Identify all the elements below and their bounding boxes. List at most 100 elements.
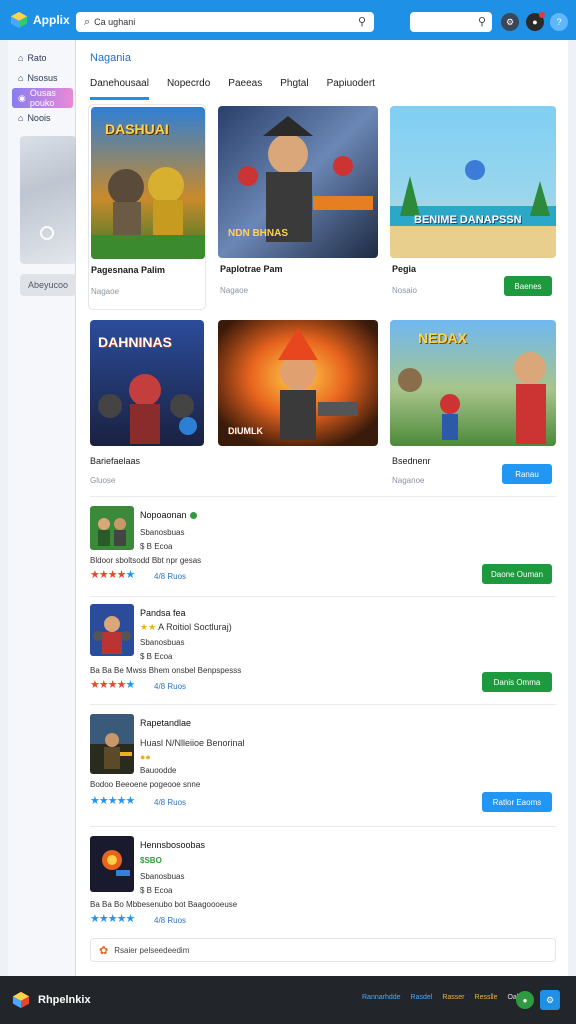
chat-icon[interactable]: ● bbox=[516, 991, 534, 1009]
app-price-badge: $SBO bbox=[140, 856, 162, 865]
game-card[interactable]: BENIME DANAPSSN Pegia Nosaio Baenes bbox=[390, 104, 556, 310]
tab-2[interactable]: Paeeas bbox=[228, 78, 262, 100]
app-subtitle: Huasl N/Nlleiioe Benorinal bbox=[140, 738, 245, 748]
cover-title: DIUMLK bbox=[228, 426, 263, 436]
install-button[interactable]: Danis Omma bbox=[482, 672, 552, 692]
app-developer: Bauoodde bbox=[140, 766, 177, 775]
game-name: Pegia bbox=[392, 264, 417, 274]
divider bbox=[90, 496, 556, 497]
search-input[interactable]: ⌕ Ca ughani ⚲ bbox=[76, 12, 374, 32]
sidebar-item-0[interactable]: ⌂ Rato bbox=[8, 48, 75, 68]
app-logo[interactable]: Applix bbox=[10, 11, 82, 29]
footer-link[interactable]: Rannarhdde bbox=[362, 994, 401, 1001]
game-cover-image: DASHUAI bbox=[91, 107, 205, 259]
tab-0[interactable]: Danehousaal bbox=[90, 78, 149, 100]
home-icon: ⌂ bbox=[18, 113, 24, 123]
app-price-badge: ●● bbox=[140, 752, 151, 762]
footer-brand[interactable]: Rhpelnkix bbox=[12, 991, 91, 1009]
cover-title: DASHUAI bbox=[105, 121, 169, 137]
get-button[interactable]: Ranau bbox=[502, 464, 552, 484]
footer-link[interactable]: Rasdel bbox=[411, 994, 433, 1001]
globe-icon: ◉ bbox=[18, 92, 26, 103]
divider bbox=[90, 596, 556, 597]
notification-dot bbox=[539, 12, 545, 18]
review-count[interactable]: 4/8 Ruos bbox=[154, 916, 186, 925]
cover-title: NEDAX bbox=[418, 330, 468, 346]
app-price: $ B Ecoa bbox=[140, 886, 173, 895]
verified-icon bbox=[189, 512, 197, 520]
game-category: Nagaoe bbox=[91, 287, 120, 296]
star-rating: ★★★★★ bbox=[90, 913, 135, 925]
search-icon[interactable]: ⚲ bbox=[478, 16, 486, 28]
sidebar-item-3[interactable]: ⌂ Noois bbox=[8, 108, 75, 128]
game-card[interactable]: DASHUAI Pagesnana Palim Nagaoe bbox=[88, 104, 206, 310]
star-rating: ★★★★★ bbox=[90, 795, 135, 807]
app-description: Ba Ba Be Mwss Bhem onsbel Benpspesss bbox=[90, 666, 242, 675]
app-description: Ba Ba Bo Mbbesenubo bot Baagoooeuse bbox=[90, 900, 238, 909]
list-item[interactable]: Hennsbosoobas $SBO Sbanosbuas $ B Ecoa B… bbox=[90, 836, 556, 932]
help-icon[interactable]: ? bbox=[550, 13, 568, 31]
app-description: Bodoo Beeoene pogeooe snne bbox=[90, 780, 201, 789]
home-icon: ⌂ bbox=[18, 73, 24, 83]
search-box-icon: ⌕ bbox=[84, 15, 91, 28]
app-subtitle: ★★ A Roitiol Soctluraj) bbox=[140, 622, 232, 632]
home-icon: ⌂ bbox=[18, 53, 24, 63]
user-icon[interactable]: ● bbox=[526, 12, 545, 31]
sidebar-item-label: Rato bbox=[27, 53, 47, 63]
game-card[interactable]: DIUMLK bbox=[218, 320, 378, 496]
footer-link[interactable]: Resslle bbox=[475, 994, 498, 1001]
sidebar-button[interactable]: Abeyucoo bbox=[20, 274, 76, 296]
game-card[interactable]: NEDAX Bsednenr Naganoe Ranau bbox=[390, 320, 556, 496]
app-title: Hennsbosoobas bbox=[140, 840, 206, 850]
game-category: Nagaoe bbox=[220, 286, 249, 295]
list-item[interactable]: Nopoaonan Sbanosbuas $ B Ecoa Bldoor sbo… bbox=[90, 506, 556, 596]
settings-icon[interactable]: ⚙ bbox=[540, 990, 560, 1010]
bottom-search-input[interactable]: ✿ Rsaier pelseedeedim bbox=[90, 938, 556, 962]
list-item[interactable]: Pandsa fea ★★ A Roitiol Soctluraj) Sbano… bbox=[90, 604, 556, 704]
sidebar-item-label: Nsosus bbox=[27, 73, 58, 83]
review-count[interactable]: 4/8 Ruos bbox=[154, 798, 186, 807]
cover-title: DAHNINAS bbox=[98, 334, 172, 350]
app-thumbnail bbox=[90, 604, 134, 656]
gear-icon[interactable]: ⚙ bbox=[501, 13, 519, 31]
list-item[interactable]: Rapetandlae Huasl N/Nlleiioe Benorinal ●… bbox=[90, 714, 556, 824]
mascot-icon: ✿ bbox=[99, 944, 109, 957]
app-thumbnail bbox=[90, 836, 134, 892]
game-card[interactable]: DAHNINAS Bariefaelaas Gluose bbox=[88, 320, 206, 496]
get-button[interactable]: Baenes bbox=[504, 276, 552, 296]
star-rating: ★★★★★ bbox=[90, 569, 135, 581]
app-name: Applix bbox=[33, 13, 70, 27]
app-title: Nopoaonan bbox=[140, 510, 197, 520]
footer-link[interactable]: Rasser bbox=[442, 994, 464, 1001]
secondary-search-input[interactable]: ⚲ bbox=[410, 12, 492, 32]
game-name: Paplotrae Pam bbox=[220, 264, 283, 274]
tab-3[interactable]: Phgtal bbox=[280, 78, 308, 100]
sidebar-item-2[interactable]: ◉ Ousas pouko bbox=[12, 88, 73, 108]
game-name: Pagesnana Palim bbox=[91, 265, 166, 275]
sidebar-preview-image[interactable] bbox=[20, 136, 76, 264]
sidebar-item-label: Noois bbox=[27, 113, 51, 123]
app-thumbnail bbox=[90, 714, 134, 774]
play-icon bbox=[40, 226, 54, 240]
review-count[interactable]: 4/8 Ruos bbox=[154, 682, 186, 691]
install-button[interactable]: Ratlor Eaoms bbox=[482, 792, 552, 812]
tab-1[interactable]: Nopecrdo bbox=[167, 78, 210, 100]
game-cover-image: DAHNINAS bbox=[90, 320, 204, 446]
tab-bar: Danehousaal Nopecrdo Paeeas Phgtal Papiu… bbox=[90, 78, 375, 100]
app-thumbnail bbox=[90, 506, 134, 550]
cube-logo-icon bbox=[10, 11, 28, 29]
search-icon[interactable]: ⚲ bbox=[358, 16, 366, 28]
game-name: Bsednenr bbox=[392, 456, 431, 466]
sidebar: ⌂ Rato ⌂ Nsosus ◉ Ousas pouko ⌂ Noois Ab… bbox=[8, 40, 76, 976]
divider bbox=[90, 826, 556, 827]
footer-links: Rannarhdde Rasdel Rasser Resslle Oaks bbox=[362, 994, 524, 1001]
app-description: Bldoor sboltsodd Bbt npr gesas bbox=[90, 556, 202, 565]
review-count[interactable]: 4/8 Ruos bbox=[154, 572, 186, 581]
main-content: Nagania Danehousaal Nopecrdo Paeeas Phgt… bbox=[76, 40, 568, 976]
sidebar-item-1[interactable]: ⌂ Nsosus bbox=[8, 68, 75, 88]
install-button[interactable]: Daone Ouman bbox=[482, 564, 552, 584]
footer-app-name: Rhpelnkix bbox=[38, 994, 91, 1006]
tab-4[interactable]: Papiuodert bbox=[327, 78, 375, 100]
game-card[interactable]: NDN BHNAS Paplotrae Pam Nagaoe bbox=[218, 104, 378, 310]
bottom-search-placeholder: Rsaier pelseedeedim bbox=[114, 945, 190, 955]
